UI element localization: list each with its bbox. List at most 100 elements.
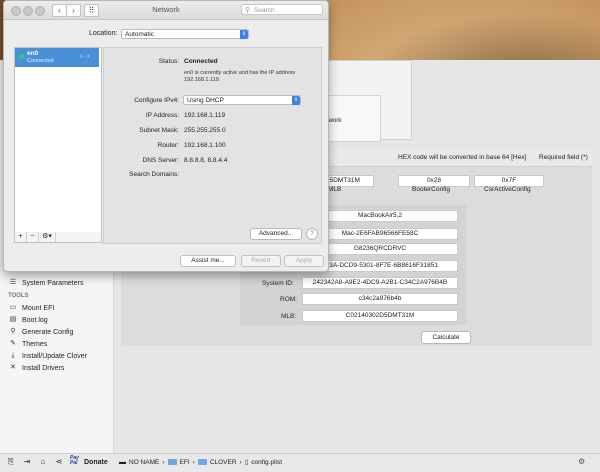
hex-hint: HEX code will be converted in base 64 [H… xyxy=(398,154,527,161)
search-domains-label: Search Domains: xyxy=(129,171,179,178)
mlb-field[interactable]: C02140302D5DMT31M xyxy=(302,310,458,322)
breadcrumb-item[interactable]: EFI xyxy=(180,459,190,466)
chevron-right-icon: › xyxy=(239,458,242,466)
smbios-header: HEX code will be converted in base 64 [H… xyxy=(300,150,592,167)
file-icon: ▯ xyxy=(244,459,249,466)
breadcrumb: ▬ NO NAME › EFI › CLOVER › ▯ config.plis… xyxy=(113,453,600,471)
remove-service-button[interactable]: − xyxy=(27,232,39,242)
location-select[interactable]: Automatic ⇕ xyxy=(121,29,249,39)
service-name: en0 xyxy=(27,50,39,57)
breadcrumb-item[interactable]: CLOVER xyxy=(210,459,237,466)
apply-button[interactable]: Apply xyxy=(284,255,324,267)
required-hint: Required field (*) xyxy=(539,154,588,161)
sidebar-item-label: Mount EFI xyxy=(22,304,55,312)
system-id-label: System ID: xyxy=(262,280,294,287)
download-icon: ⤓ xyxy=(11,352,15,359)
forward-button[interactable]: › xyxy=(66,4,81,17)
wrench-icon: ✕ xyxy=(10,364,16,371)
service-toolbar: + − ⚙▾ xyxy=(14,232,102,243)
status-label: Status: xyxy=(158,58,179,65)
location-value: Automatic xyxy=(125,31,154,38)
location-label: Location: xyxy=(89,30,118,37)
background-window-label: twork xyxy=(327,118,342,124)
status-dot-icon xyxy=(19,54,24,59)
booterconfig-label: BooterConfig xyxy=(412,186,450,193)
chevron-updown-icon: ⇕ xyxy=(292,96,300,105)
action-gear-button[interactable]: ⚙▾ xyxy=(39,232,56,242)
sidebar-item-label: Generate Config xyxy=(22,328,74,336)
palette-icon: ✎ xyxy=(10,340,16,347)
dns-server-label: DNS Server: xyxy=(142,157,179,164)
chevron-right-icon: › xyxy=(192,458,195,466)
minimize-button[interactable] xyxy=(23,6,33,16)
advanced-button[interactable]: Advanced... xyxy=(250,228,302,240)
add-service-button[interactable]: + xyxy=(15,232,27,242)
network-window: ‹ › ⠿ Network Search ⚲ Location: Automat… xyxy=(3,0,329,272)
configure-ipv4-select[interactable]: Using DHCP ⇕ xyxy=(183,95,301,105)
subnet-mask-value: 255.255.255.0 xyxy=(184,127,226,134)
ethernet-arrows-icon: ‹··› xyxy=(80,53,90,60)
sidebar-item-label: System Parameters xyxy=(22,279,84,287)
revert-button[interactable]: Revert xyxy=(241,255,281,267)
sidebar-item-themes[interactable]: ✎ Themes xyxy=(0,338,122,350)
sidebar-item-install-update-clover[interactable]: ⤓ Install/Update Clover xyxy=(0,350,122,362)
folder-icon xyxy=(167,459,177,465)
configure-ipv4-value: Using DHCP xyxy=(187,97,224,104)
mlb-top-label: MLB xyxy=(328,186,342,193)
close-button[interactable] xyxy=(11,6,21,16)
zoom-button[interactable] xyxy=(35,6,45,16)
configure-ipv4-label: Configure IPv4: xyxy=(134,97,179,104)
system-id-field[interactable]: 242342A8-A9E2-4DC9-A2B1-C34C2A976B4B xyxy=(302,277,458,289)
sidebar-item-label: Boot.log xyxy=(22,316,48,324)
sidebar-item-boot-log[interactable]: ▤ Boot.log xyxy=(0,314,122,326)
sidebar-item-label: Install/Update Clover xyxy=(22,352,87,360)
background-window-small: twork xyxy=(322,95,381,142)
show-all-grid-icon[interactable]: ⠿ xyxy=(84,4,99,17)
sidebar-item-mount-efi[interactable]: ▭ Mount EFI xyxy=(0,302,122,314)
status-description: en0 is currently active and has the IP a… xyxy=(184,70,296,76)
open-file-icon[interactable]: ⎘ xyxy=(6,457,16,467)
dns-server-value: 8.8.8.8, 8.8.4.4 xyxy=(184,157,228,164)
service-list xyxy=(14,47,102,233)
calculate-button[interactable]: Calculate xyxy=(421,331,471,344)
rom-label: ROM: xyxy=(280,296,297,303)
disk-icon: ▬ xyxy=(119,458,126,466)
document-icon: ▤ xyxy=(9,316,17,323)
chevron-right-icon: › xyxy=(162,458,165,466)
export-icon[interactable]: ⇥ xyxy=(22,457,32,467)
folder-icon xyxy=(197,459,207,465)
ip-address-label: IP Address: xyxy=(145,112,179,119)
paypal-icon: Pay Pal xyxy=(70,455,79,466)
chevron-updown-icon: ⇕ xyxy=(240,30,248,39)
router-label: Router: xyxy=(157,142,179,149)
ip-address-value: 192.168.1.119 xyxy=(184,112,226,119)
list-icon: ☰ xyxy=(9,279,17,286)
breadcrumb-item[interactable]: config.plist xyxy=(251,459,282,466)
search-input[interactable]: Search xyxy=(241,4,323,15)
csractiveconfig-label: CsrActiveConfig xyxy=(484,186,531,193)
drive-icon: ▭ xyxy=(9,304,17,311)
share-icon[interactable]: ⋖ xyxy=(54,457,64,467)
sidebar-item-system-parameters[interactable]: ☰ System Parameters xyxy=(0,277,122,289)
router-value: 192.168.1.100 xyxy=(184,142,226,149)
home-icon[interactable]: ⌂ xyxy=(38,457,48,467)
help-button[interactable]: ? xyxy=(306,228,318,240)
service-status: Connected xyxy=(27,58,54,64)
back-button[interactable]: ‹ xyxy=(52,4,67,17)
window-title: Network xyxy=(152,5,180,14)
search-icon: ⚲ xyxy=(10,328,16,335)
status-value: Connected xyxy=(184,58,218,65)
assist-me-button[interactable]: Assist me... xyxy=(180,255,236,267)
settings-gear-icon[interactable]: ⚙ xyxy=(578,457,585,466)
sidebar-item-label: Install Drivers xyxy=(22,364,65,372)
sidebar-item-label: Themes xyxy=(22,340,48,348)
mlb-label: MLB: xyxy=(281,313,297,320)
sidebar-item-generate-config[interactable]: ⚲ Generate Config xyxy=(0,326,122,338)
rom-field[interactable]: c34c2a976b4b xyxy=(302,293,458,305)
donate-button[interactable]: Donate xyxy=(84,459,108,466)
search-icon: ⚲ xyxy=(245,7,251,14)
status-description-ip: 192.168.1.119. xyxy=(184,77,221,83)
breadcrumb-item[interactable]: NO NAME xyxy=(129,459,159,466)
tools-heading: TOOLS xyxy=(8,293,29,299)
sidebar-item-install-drivers[interactable]: ✕ Install Drivers xyxy=(0,362,122,374)
